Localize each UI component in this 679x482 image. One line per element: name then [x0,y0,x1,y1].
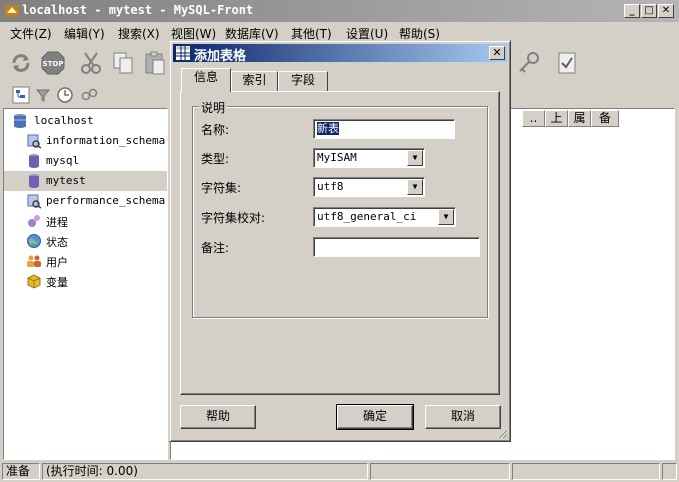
tree-label: performance_schema [46,194,166,207]
window-titlebar[interactable]: localhost - mytest - MySQL-Front _ □ ✕ [0,0,679,22]
copy-icon[interactable] [110,50,136,76]
tree-item-mytest[interactable]: mytest [4,171,167,191]
paste-icon[interactable] [142,50,168,76]
database-icon [29,174,39,188]
chevron-down-icon[interactable]: ▼ [407,150,423,166]
status-exec-time: (执行时间: 0.00) [42,463,368,480]
type-value: MyISAM [317,151,357,164]
description-group: 说明 名称: 新表 类型: MyISAM ▼ 字符集: utf8 ▼ 字符集校对… [192,99,488,318]
tab-index[interactable]: 索引 [231,71,278,91]
schema-db-icon [27,134,42,149]
server-icon [14,114,26,128]
dialog-titlebar[interactable]: 添加表格 ✕ [173,44,507,64]
tree-item-mysql[interactable]: mysql [4,151,167,171]
menu-edit[interactable]: 编辑(Y) [64,25,105,42]
key-icon[interactable] [516,50,542,76]
help-button[interactable]: 帮助 [180,405,256,429]
package-icon [27,274,41,289]
comment-input[interactable] [313,237,480,257]
collation-select[interactable]: utf8_general_ci ▼ [313,207,456,227]
resize-grip[interactable] [662,463,677,480]
chevron-down-icon[interactable]: ▼ [438,209,454,225]
name-input[interactable]: 新表 [313,119,455,139]
charset-label: 字符集: [201,181,242,195]
svg-text:STOP: STOP [43,60,64,68]
status-state: 准备 [2,463,40,480]
tree-label: localhost [34,114,94,127]
tree-label: 变量 [46,276,68,289]
dialog-title: 添加表格 [194,49,247,64]
minimize-button[interactable]: _ [624,4,640,18]
collation-label: 字符集校对: [201,211,266,225]
charset-value: utf8 [317,180,344,193]
resize-grip-icon[interactable] [496,427,508,439]
type-select[interactable]: MyISAM ▼ [313,148,425,168]
dialog-close-button[interactable]: ✕ [489,46,505,60]
process-icon [28,215,40,227]
search-icon[interactable] [80,86,98,104]
ok-button[interactable]: 确定 [336,404,414,430]
column-header[interactable]: 属 [568,110,591,127]
tree-item-information-schema[interactable]: information_schema [4,131,167,151]
type-label: 类型: [201,152,230,166]
collation-value: utf8_general_ci [317,210,417,223]
schema-db-icon [27,194,42,209]
stop-icon[interactable]: STOP [40,50,66,76]
refresh-icon[interactable] [8,50,34,76]
tab-info[interactable]: 信息 [181,68,231,92]
left-view-tabs [0,82,168,108]
tree-label: mysql [46,154,80,167]
column-header[interactable]: 上 [545,110,568,127]
database-icon [29,154,39,168]
filter-icon[interactable] [34,86,52,104]
globe-icon [27,234,41,248]
cancel-button[interactable]: 取消 [425,405,501,429]
close-button[interactable]: ✕ [658,4,674,18]
cut-icon[interactable] [78,50,104,76]
column-header[interactable]: 备 [591,110,619,127]
name-label: 名称: [201,123,230,137]
name-value: 新表 [317,122,339,135]
column-header[interactable]: .. [522,110,545,127]
tab-panel-info: 说明 名称: 新表 类型: MyISAM ▼ 字符集: utf8 ▼ 字符集校对… [180,91,500,395]
tree-view-icon[interactable] [12,86,30,104]
tree-label: information_schema [46,134,166,147]
menu-bar: 文件(Z) 编辑(Y) 搜索(X) 视图(W) 数据库(V) 其他(T) 设置(… [0,22,679,42]
tree-label: 状态 [46,236,68,249]
tree-label: mytest [46,174,86,187]
tree-item-status[interactable]: 状态 [4,231,167,251]
charset-select[interactable]: utf8 ▼ [313,177,425,197]
status-panel [370,463,510,480]
tree-item-variables[interactable]: 变量 [4,271,167,291]
menu-file[interactable]: 文件(Z) [10,25,52,42]
tree-item-performance-schema[interactable]: performance_schema [4,191,167,211]
add-table-dialog: 添加表格 ✕ 信息 索引 字段 说明 名称: 新表 类型: MyISAM ▼ 字… [169,40,511,442]
tree-label: 进程 [46,216,68,229]
tree-item-processes[interactable]: 进程 [4,211,167,231]
clock-icon[interactable] [56,86,74,104]
tree-item-users[interactable]: 用户 [4,251,167,271]
maximize-button[interactable]: □ [641,4,657,18]
table-icon [176,46,190,60]
checklist-icon[interactable] [554,50,580,76]
menu-search[interactable]: 搜索(X) [118,25,160,42]
tree-item-localhost[interactable]: localhost [4,111,167,131]
window-title: localhost - mytest - MySQL-Front [22,3,254,17]
database-tree[interactable]: localhost information_schema mysql mytes… [3,108,168,460]
tree-label: 用户 [46,256,68,269]
group-title: 说明 [199,99,228,116]
status-panel [512,463,660,480]
chevron-down-icon[interactable]: ▼ [407,179,423,195]
users-icon [27,255,41,267]
tab-fields[interactable]: 字段 [278,71,328,91]
status-bar: 准备 (执行时间: 0.00) [0,461,679,482]
app-icon [5,5,19,17]
comment-label: 备注: [201,241,230,255]
